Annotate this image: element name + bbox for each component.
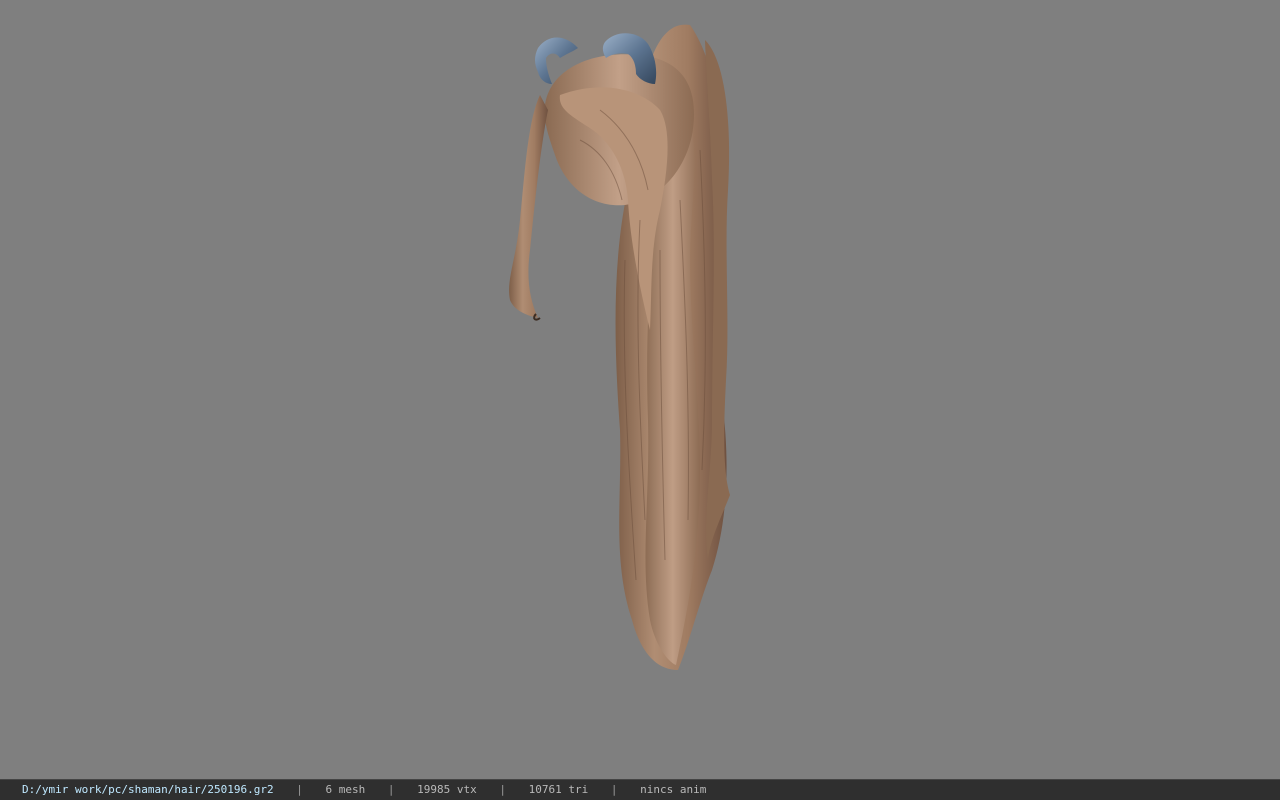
mesh-count: 6 mesh [325, 783, 366, 796]
separator: | [499, 783, 507, 796]
animation-status: nincs anim [640, 783, 707, 796]
vertex-count: 19985 vtx [417, 783, 477, 796]
separator: | [610, 783, 618, 796]
separator: | [296, 783, 303, 796]
status-bar: D:/ymir work/pc/shaman/hair/250196.gr2 |… [0, 779, 1280, 800]
3d-viewport[interactable] [0, 0, 1280, 779]
hair-model [509, 24, 730, 670]
file-path: D:/ymir work/pc/shaman/hair/250196.gr2 [22, 783, 274, 796]
triangle-count: 10761 tri [528, 783, 589, 796]
separator: | [387, 783, 395, 796]
left-loose-strand [509, 95, 548, 318]
